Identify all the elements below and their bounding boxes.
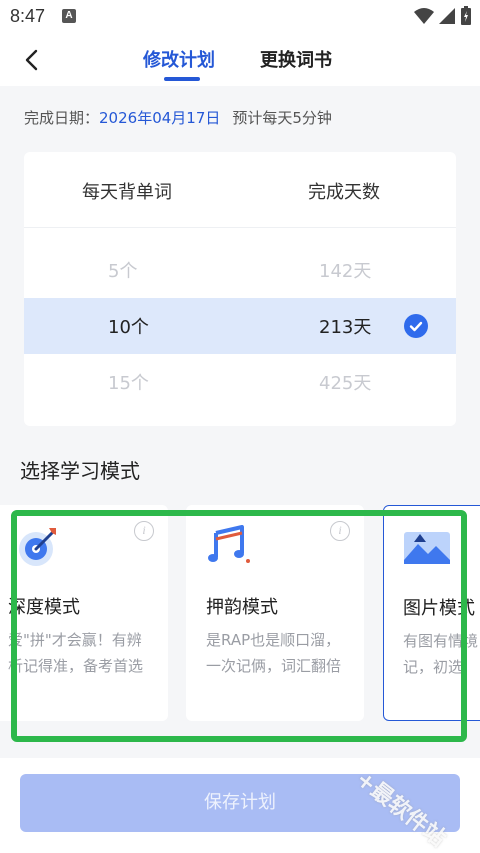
highlight-box xyxy=(11,510,467,742)
status-time: 8:47 xyxy=(10,6,46,26)
words-per-day-header: 每天背单词 xyxy=(82,182,172,203)
days-to-finish-header: 完成天数 xyxy=(308,182,380,203)
completion-date: 2026年04月17日 xyxy=(99,109,221,127)
back-button[interactable] xyxy=(16,46,46,74)
nav-bar: 修改计划 更换词书 xyxy=(0,34,480,86)
status-bar: 8:47 A xyxy=(0,0,480,34)
status-icons xyxy=(414,6,472,26)
option-days: 142天 xyxy=(319,261,372,282)
plan-info: 完成日期：2026年04月17日 预计每天5分钟 xyxy=(24,107,332,128)
study-mode-title: 选择学习模式 xyxy=(20,459,140,483)
option-days: 213天 xyxy=(319,317,372,338)
tab-change-book[interactable]: 更换词书 xyxy=(260,46,332,72)
picker-option-selected[interactable]: 10个 213天 xyxy=(24,298,456,354)
battery-icon xyxy=(461,6,471,25)
active-tab-indicator xyxy=(164,77,200,81)
completion-date-label: 完成日期： xyxy=(24,109,100,127)
notification-icon: A xyxy=(62,9,76,23)
picker-option[interactable]: 15个 425天 xyxy=(24,354,456,410)
plan-picker[interactable]: 每天背单词 完成天数 5个 142天 10个 213天 15个 425天 xyxy=(24,152,456,426)
picker-option[interactable]: 5个 142天 xyxy=(24,242,456,298)
check-icon xyxy=(404,314,428,338)
picker-header: 每天背单词 完成天数 xyxy=(24,152,456,228)
option-words: 15个 xyxy=(108,373,149,394)
back-arrow-icon xyxy=(25,49,38,71)
option-words: 5个 xyxy=(108,261,138,282)
option-words: 10个 xyxy=(108,317,149,338)
daily-estimate: 预计每天5分钟 xyxy=(232,109,332,127)
tab-edit-plan[interactable]: 修改计划 xyxy=(143,46,215,72)
wifi-icon xyxy=(414,8,434,24)
option-days: 425天 xyxy=(319,373,372,394)
signal-icon xyxy=(439,8,455,24)
